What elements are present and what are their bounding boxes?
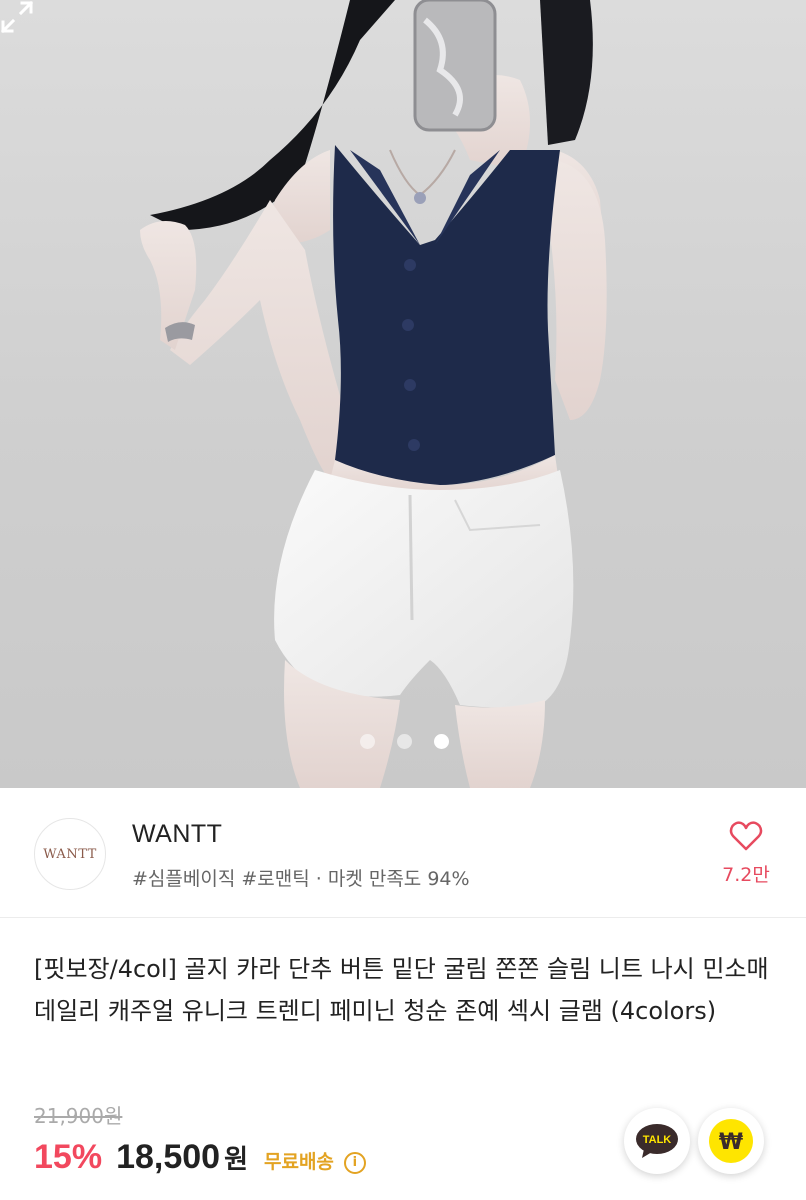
heart-outline-icon [729, 821, 763, 851]
like-count: 7.2만 [722, 864, 770, 886]
store-logo-text: WANTT [43, 846, 97, 862]
carousel-dot[interactable] [397, 734, 412, 749]
talk-label: TALK [643, 1134, 672, 1146]
expand-icon[interactable] [0, 0, 34, 34]
carousel-dot-active[interactable] [434, 734, 449, 749]
info-icon[interactable]: i [343, 1151, 366, 1174]
original-price: 21,900원 [34, 1104, 123, 1128]
price-row: 15% 18,500 원 무료배송 i [34, 1138, 366, 1188]
product-photo-illustration [140, 0, 607, 788]
sale-price: 18,500 [116, 1138, 221, 1176]
store-logo[interactable]: WANTT [34, 818, 106, 890]
won-coin-icon: ₩ [709, 1119, 753, 1163]
store-tags: #심플베이직 #로맨틱 · 마켓 만족도 94% [132, 868, 470, 890]
pay-label: ₩ [719, 1130, 743, 1155]
currency-unit: 원 [224, 1145, 248, 1175]
store-info-row[interactable]: WANTT WANTT #심플베이직 #로맨틱 · 마켓 만족도 94% 7.2… [0, 788, 806, 918]
carousel-dot[interactable] [360, 734, 375, 749]
free-shipping-label: 무료배송 [263, 1151, 334, 1173]
product-image[interactable] [0, 0, 806, 788]
product-title: [핏보장/4col] 골지 카라 단추 버튼 밑단 굴림 쫀쫀 슬림 니트 나시… [34, 955, 769, 1025]
discount-rate: 15% [34, 1138, 103, 1176]
store-name[interactable]: WANTT [132, 820, 222, 849]
kakao-talk-button[interactable]: TALK [624, 1108, 690, 1174]
carousel-indicator [360, 734, 449, 749]
pay-button[interactable]: ₩ [698, 1108, 764, 1174]
talk-bubble-icon: TALK [636, 1124, 678, 1158]
like-button[interactable]: 7.2만 [716, 820, 776, 887]
